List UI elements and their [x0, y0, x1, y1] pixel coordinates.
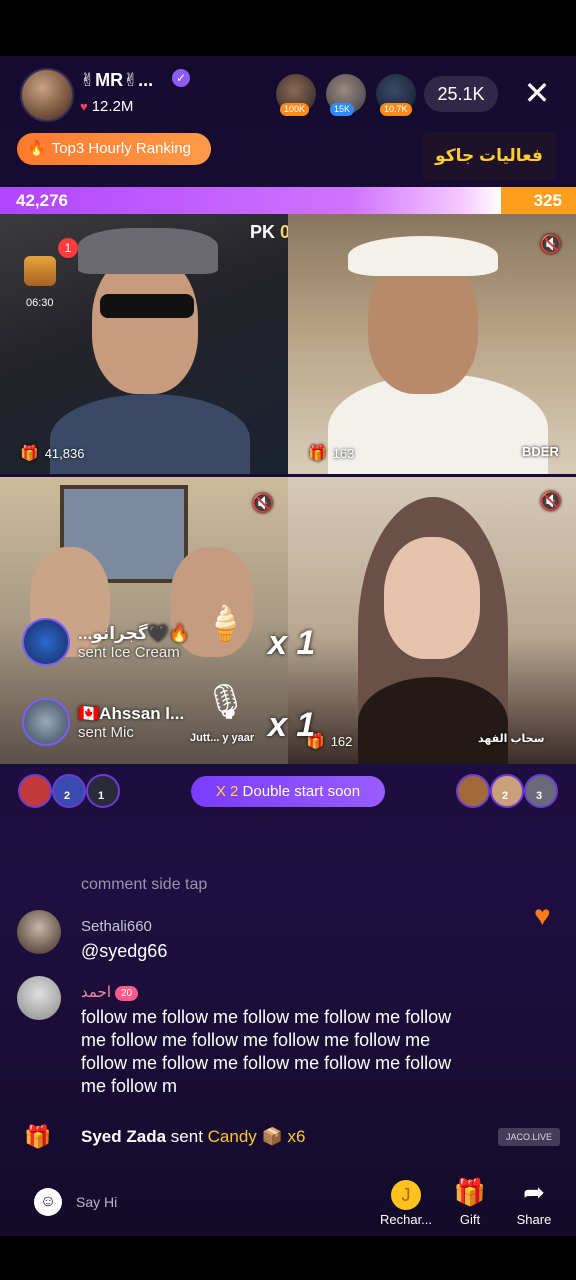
- mic-icon: 🎙: [204, 683, 248, 721]
- activity-banner[interactable]: فعاليات جاكو: [422, 132, 556, 180]
- top-viewer-avatar[interactable]: 100K: [276, 74, 316, 116]
- gift-icon: 🎁: [453, 1177, 487, 1207]
- gift-label: Gift: [459, 1212, 481, 1227]
- top-viewer-avatar[interactable]: 15K: [326, 74, 366, 116]
- coin-icon: J: [388, 1176, 424, 1210]
- gift-sender-name: 🇨🇦Ahssan l...: [78, 703, 185, 723]
- ranking-label: Top3 Hourly Ranking: [51, 140, 191, 157]
- speaker-muted-icon[interactable]: 🔇: [538, 231, 564, 257]
- heart-icon: ♥: [80, 99, 88, 114]
- comment-message: @syedg66: [81, 941, 168, 961]
- video-tile-guest-1[interactable]: [288, 214, 576, 474]
- team-contributor-avatar[interactable]: [456, 774, 490, 808]
- tile-gift-score: 🎁 163: [308, 445, 355, 462]
- recharge-button[interactable]: J Rechar...: [376, 1176, 436, 1227]
- candy-icon: 📦: [261, 1127, 283, 1146]
- viewer-badge: 15K: [330, 103, 355, 116]
- person-body: [50, 394, 250, 474]
- team-contributor-avatar[interactable]: 1: [86, 774, 120, 808]
- double-start-banner: X 2 Double start soon: [191, 776, 385, 807]
- top-viewer-avatar[interactable]: 10.7K: [376, 74, 416, 116]
- share-icon: ➦: [523, 1177, 545, 1207]
- headscarf: [78, 228, 218, 274]
- gift-button[interactable]: 🎁 Gift: [440, 1176, 500, 1227]
- pk-left-score: 42,276: [0, 187, 502, 214]
- person-body: [358, 677, 508, 764]
- live-room: ✌MR✌... ✓ ♥ 12.2M 100K 15K 10.7K 25.1K ✕…: [0, 0, 576, 1280]
- guest-name: سحاب الفهد: [478, 733, 545, 745]
- team-contributor-avatar[interactable]: 2: [52, 774, 86, 808]
- commenter-name[interactable]: احمد 20: [81, 983, 139, 1001]
- team-contributor-avatar[interactable]: 2: [490, 774, 524, 808]
- comment-hint: comment side tap: [81, 876, 208, 893]
- gift-count: x 1: [268, 624, 316, 662]
- commenter-avatar[interactable]: [17, 910, 61, 954]
- host-likes-count: 12.2M: [91, 98, 134, 115]
- verified-icon: ✓: [172, 69, 190, 87]
- guest-name: BDER: [522, 444, 559, 459]
- ice-cream-icon: 🍦: [204, 605, 247, 643]
- speaker-muted-icon[interactable]: 🔇: [250, 490, 276, 516]
- flame-icon: 🔥: [27, 140, 46, 157]
- share-label: Share: [516, 1212, 552, 1227]
- team-contributor-avatar[interactable]: 3: [524, 774, 558, 808]
- status-bar: [0, 0, 576, 56]
- viewer-badge: 100K: [280, 103, 310, 116]
- gift-sender-avatar[interactable]: [22, 618, 70, 666]
- hourly-ranking-button[interactable]: 🔥 Top3 Hourly Ranking: [17, 133, 211, 165]
- gift-sender-name: ...گجرانو🖤🔥: [78, 623, 191, 643]
- say-hi-placeholder: Say Hi: [76, 1194, 118, 1210]
- pk-right-score: 325: [501, 187, 576, 214]
- double-text: Double start soon: [242, 783, 361, 800]
- viewer-count[interactable]: 25.1K: [424, 76, 498, 112]
- pk-score-bar: 42,276 325: [0, 187, 576, 214]
- person-face: [92, 254, 198, 394]
- comment-message: follow me follow me follow me follow me …: [81, 1007, 452, 1096]
- gift-icon: 🎁: [20, 445, 39, 462]
- sunglasses: [100, 294, 194, 318]
- say-hi-input[interactable]: ☺ Say Hi: [34, 1188, 117, 1216]
- host-likes: ♥ 12.2M: [80, 98, 133, 115]
- gift-system-message: 🎁 Syed Zada sent Candy 📦 x6: [17, 1122, 305, 1152]
- share-button[interactable]: ➦ Share: [504, 1176, 564, 1227]
- emoji-icon[interactable]: ☺: [34, 1188, 62, 1216]
- headscarf: [348, 236, 498, 276]
- gift-action: sent Mic: [78, 723, 134, 741]
- recharge-label: Rechar...: [379, 1212, 433, 1227]
- watermark: JACO.LIVE: [498, 1128, 560, 1146]
- gift-notification: 🇨🇦Ahssan l... sent Mic: [22, 698, 184, 746]
- host-name[interactable]: ✌MR✌...: [80, 70, 153, 91]
- gift-notification: ...گجرانو🖤🔥 sent Ice Cream: [22, 618, 190, 666]
- close-icon[interactable]: ✕: [520, 76, 554, 110]
- multiplier-label: X 2: [215, 783, 239, 800]
- chest-timer: 06:30: [26, 297, 54, 309]
- treasure-chest-icon[interactable]: [24, 256, 56, 286]
- team-contributor-avatar[interactable]: [18, 774, 52, 808]
- video-tile-host[interactable]: [0, 214, 288, 474]
- gift-icon: 🎁: [308, 445, 327, 462]
- host-avatar[interactable]: [20, 68, 74, 122]
- gift-sender-avatar[interactable]: [22, 698, 70, 746]
- navigation-bar: [0, 1236, 576, 1280]
- heart-icon: ♥: [534, 900, 551, 931]
- person-face: [384, 537, 480, 659]
- overlay-name: Jutt... y yaar: [190, 732, 255, 744]
- tile-gift-score: 🎁 41,836: [20, 445, 85, 462]
- video-tile-guest-3[interactable]: [288, 477, 576, 764]
- level-badge: 20: [115, 985, 139, 1001]
- chest-badge: 1: [58, 238, 78, 258]
- viewer-badge: 10.7K: [380, 103, 412, 116]
- gift-icon: 🎁: [24, 1124, 52, 1149]
- speaker-muted-icon[interactable]: 🔇: [538, 488, 564, 514]
- commenter-name[interactable]: Sethali660: [81, 918, 152, 935]
- gift-action: sent Ice Cream: [78, 643, 180, 661]
- commenter-avatar[interactable]: [17, 976, 61, 1020]
- gift-count: x 1: [268, 706, 316, 744]
